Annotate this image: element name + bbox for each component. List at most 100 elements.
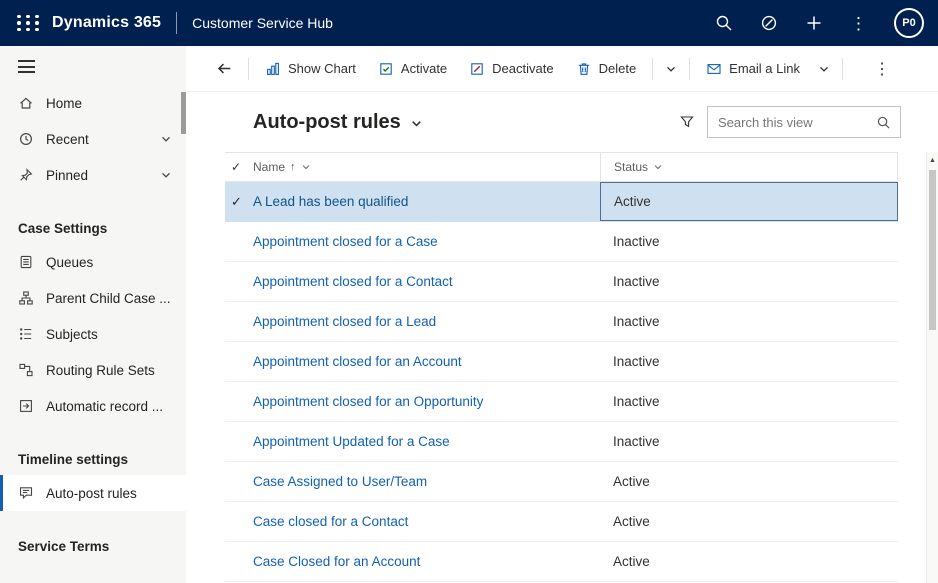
rule-status-cell[interactable]: Inactive — [600, 222, 898, 261]
rule-status-cell[interactable]: Active — [600, 182, 898, 221]
topbar-divider — [176, 12, 177, 34]
row-selected-check-icon[interactable]: ✓ — [225, 194, 253, 210]
avatar[interactable]: P0 — [894, 8, 924, 38]
table-row[interactable]: Appointment closed for an Account Inacti… — [225, 342, 898, 382]
column-name-label: Name — [253, 160, 285, 174]
hierarchy-icon — [18, 290, 34, 306]
column-menu-chevron-icon[interactable] — [301, 162, 311, 172]
sidebar-item-recent[interactable]: Recent — [0, 121, 186, 157]
command-bar-overflow-icon[interactable]: ⋮ — [874, 59, 890, 79]
sidebar-item-routing-rule-sets[interactable]: Routing Rule Sets — [0, 352, 186, 388]
grid-scrollbar[interactable]: ▲ — [926, 152, 938, 583]
trash-icon — [576, 61, 592, 77]
sidebar-item-parent-child-case[interactable]: Parent Child Case ... — [0, 280, 186, 316]
sidebar-item-auto-post-rules[interactable]: Auto-post rules — [0, 475, 186, 511]
show-chart-button[interactable]: Show Chart — [254, 46, 367, 91]
rule-name-link[interactable]: Appointment Updated for a Case — [253, 434, 600, 449]
delete-button[interactable]: Delete — [565, 46, 648, 91]
table-row[interactable]: Appointment closed for a Lead Inactive — [225, 302, 898, 342]
rule-status-cell[interactable]: Inactive — [600, 262, 898, 301]
rule-status-cell[interactable]: Active — [600, 462, 898, 501]
filter-funnel-icon[interactable] — [679, 114, 695, 130]
command-bar-divider — [248, 58, 249, 80]
sidebar-item-queues[interactable]: Queues — [0, 244, 186, 280]
subjects-icon — [18, 326, 34, 342]
search-view-icon[interactable] — [876, 115, 891, 130]
view-selector[interactable]: Auto-post rules — [253, 111, 423, 134]
table-row[interactable]: Appointment Updated for a Case Inactive — [225, 422, 898, 462]
chart-icon — [265, 61, 281, 77]
plus-icon[interactable] — [805, 14, 823, 32]
home-icon — [18, 95, 34, 111]
sidebar-item-label: Routing Rule Sets — [46, 363, 155, 378]
rule-status-cell[interactable]: Inactive — [600, 382, 898, 421]
search-input[interactable] — [718, 115, 876, 130]
email-a-link-button[interactable]: Email a Link — [695, 46, 811, 91]
app-window: Dynamics 365 Customer Service Hub ⋮ P0 — [0, 0, 938, 583]
app-title[interactable]: Dynamics 365 — [52, 14, 161, 32]
column-status-label: Status — [614, 160, 648, 174]
sidebar-item-label: Parent Child Case ... — [46, 291, 171, 306]
table-row[interactable]: Appointment closed for a Case Inactive — [225, 222, 898, 262]
waffle-icon[interactable] — [16, 11, 40, 35]
top-nav-bar: Dynamics 365 Customer Service Hub ⋮ P0 — [0, 0, 938, 46]
sidebar-item-subjects[interactable]: Subjects — [0, 316, 186, 352]
scrollbar-thumb[interactable] — [929, 170, 936, 330]
rule-status-cell[interactable]: Active — [600, 502, 898, 541]
sidebar-item-label: Automatic record ... — [46, 399, 163, 414]
view-chevron-icon — [410, 117, 423, 130]
hamburger-icon[interactable] — [18, 60, 36, 73]
sidebar-item-label: Auto-post rules — [46, 486, 137, 501]
view-header: Auto-post rules — [186, 92, 938, 152]
rule-name-link[interactable]: Case Closed for an Account — [253, 554, 600, 569]
chevron-down-icon[interactable] — [160, 133, 172, 145]
table-row[interactable]: Case closed for a Contact Active — [225, 502, 898, 542]
scrollbar-up-arrow-icon[interactable]: ▲ — [927, 152, 938, 168]
hub-title[interactable]: Customer Service Hub — [192, 15, 333, 31]
deactivate-label: Deactivate — [492, 61, 553, 76]
column-header-name[interactable]: Name ↑ — [253, 153, 600, 181]
sidebar-item-automatic-record[interactable]: Automatic record ... — [0, 388, 186, 424]
back-button[interactable] — [206, 60, 243, 77]
sidebar-nav: Home Recent Pinned — [0, 85, 186, 562]
chevron-down-icon[interactable] — [160, 169, 172, 181]
rule-name-link[interactable]: Appointment closed for a Case — [253, 234, 600, 249]
envelope-icon — [706, 61, 722, 77]
table-row[interactable]: Appointment closed for a Contact Inactiv… — [225, 262, 898, 302]
sidebar-item-pinned[interactable]: Pinned — [0, 157, 186, 193]
activate-label: Activate — [401, 61, 447, 76]
command-bar-divider — [689, 58, 690, 80]
rule-name-link[interactable]: Case closed for a Contact — [253, 514, 600, 529]
delete-split-chevron-icon[interactable] — [658, 63, 684, 75]
rule-name-link[interactable]: Case Assigned to User/Team — [253, 474, 600, 489]
activate-button[interactable]: Activate — [367, 46, 458, 91]
search-icon[interactable] — [715, 14, 733, 32]
rule-name-link[interactable]: A Lead has been qualified — [253, 194, 600, 209]
rule-status-cell[interactable]: Inactive — [600, 302, 898, 341]
rule-status-cell[interactable]: Inactive — [600, 422, 898, 461]
rule-name-link[interactable]: Appointment closed for an Account — [253, 354, 600, 369]
table-row[interactable]: Case Closed for an Account Active — [225, 542, 898, 582]
main-content: Show Chart Activate Deactivate — [186, 46, 938, 583]
column-header-status[interactable]: Status — [600, 153, 898, 181]
compass-icon[interactable] — [760, 14, 778, 32]
rule-status-cell[interactable]: Active — [600, 542, 898, 581]
rule-status-cell[interactable]: Inactive — [600, 342, 898, 381]
deactivate-button[interactable]: Deactivate — [458, 46, 564, 91]
delete-label: Delete — [599, 61, 637, 76]
table-row[interactable]: Case Assigned to User/Team Active — [225, 462, 898, 502]
sidebar-item-home[interactable]: Home — [0, 85, 186, 121]
sidebar-item-label: Recent — [46, 132, 89, 147]
table-row[interactable]: Appointment closed for an Opportunity In… — [225, 382, 898, 422]
rule-name-link[interactable]: Appointment closed for a Lead — [253, 314, 600, 329]
column-menu-chevron-icon[interactable] — [653, 162, 663, 172]
auto-post-rules-icon — [18, 485, 34, 501]
table-row[interactable]: ✓ A Lead has been qualified Active — [225, 182, 898, 222]
rule-name-link[interactable]: Appointment closed for a Contact — [253, 274, 600, 289]
select-all-check-icon[interactable]: ✓ — [225, 153, 253, 181]
email-split-chevron-icon[interactable] — [811, 63, 837, 75]
deactivate-icon — [469, 61, 485, 77]
more-options-icon[interactable]: ⋮ — [850, 15, 867, 32]
sort-ascending-icon: ↑ — [290, 161, 296, 173]
rule-name-link[interactable]: Appointment closed for an Opportunity — [253, 394, 600, 409]
